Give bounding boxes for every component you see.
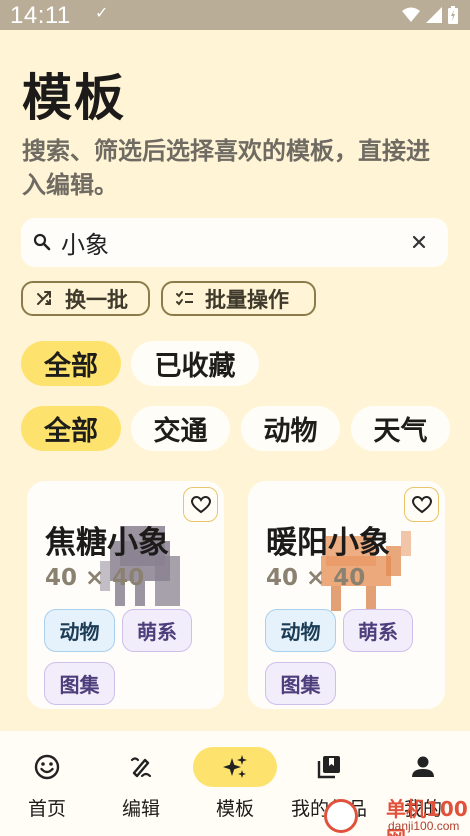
watermark: 单机100网 danji100.com [320,785,470,836]
card-size: 40 × 40 [45,565,145,591]
search-input[interactable] [61,224,401,260]
wifi-icon [402,7,420,22]
status-bar: 14:11 ✓ [0,0,470,30]
search-box[interactable] [21,218,448,267]
card-size: 40 × 40 [266,565,366,591]
category-animal-chip[interactable]: 动物 [241,406,340,451]
filter-favorites-label: 已收藏 [154,351,236,382]
signal-icon [426,7,442,23]
batch-operate-label: 批量操作 [205,287,289,312]
tag-label: 动物 [280,620,321,644]
tag-label: 动物 [59,620,100,644]
shuffle-label: 换一批 [65,287,128,312]
category-weather-label: 天气 [373,416,428,447]
favorite-button[interactable] [404,487,439,522]
card-title: 焦糖小象 [45,525,169,561]
smile-icon [34,754,60,780]
tag-collection: 图集 [265,662,336,705]
shuffle-button[interactable]: 换一批 [21,281,150,316]
page-title: 模板 [22,69,126,127]
category-animal-label: 动物 [263,416,318,447]
tag-animal: 动物 [265,609,336,652]
heart-icon [190,495,211,513]
category-traffic-chip[interactable]: 交通 [131,406,230,451]
tag-label: 图集 [59,673,100,697]
watermark-url: danji100.com [388,819,460,833]
nav-home-label: 首页 [27,798,66,820]
status-time: 14:11 [10,2,71,29]
nav-templates[interactable]: 模板 [188,731,282,836]
tag-cute: 萌系 [343,609,413,652]
watermark-logo-icon [324,799,358,833]
filter-favorites-chip[interactable]: 已收藏 [131,341,259,386]
clear-icon[interactable] [410,233,428,251]
tag-label: 萌系 [137,620,177,644]
search-icon [33,233,51,251]
brush-icon [130,757,152,778]
category-traffic-label: 交通 [153,416,208,447]
filter-all-label: 全部 [44,351,98,382]
filter-all-chip[interactable]: 全部 [21,341,121,386]
shuffle-icon [37,290,51,305]
sparkle-icon [223,755,247,778]
person-icon [412,756,434,777]
category-all-chip[interactable]: 全部 [21,406,121,451]
tag-label: 图集 [280,673,321,697]
tag-label: 萌系 [358,620,398,644]
nav-templates-label: 模板 [215,798,254,820]
tag-cute: 萌系 [122,609,192,652]
favorite-button[interactable] [183,487,218,522]
nav-edit[interactable]: 编辑 [94,731,188,836]
status-check-icon: ✓ [95,3,109,22]
batch-operate-button[interactable]: 批量操作 [161,281,316,316]
category-all-label: 全部 [44,416,98,447]
category-weather-chip[interactable]: 天气 [351,406,450,451]
card-title: 暖阳小象 [266,525,390,561]
page-description: 搜索、筛选后选择喜欢的模板，直接进入编辑。 [22,137,430,199]
checklist-icon [176,290,193,306]
nav-edit-label: 编辑 [121,798,160,820]
template-card[interactable]: 焦糖小象 40 × 40 动物 萌系 图集 [27,481,224,709]
tag-collection: 图集 [44,662,115,705]
library-icon [317,756,340,779]
heart-icon [411,495,432,513]
tag-animal: 动物 [44,609,115,652]
status-icons [402,6,458,24]
battery-icon [448,6,458,24]
template-card[interactable]: 暖阳小象 40 × 40 动物 萌系 图集 [248,481,445,709]
nav-home[interactable]: 首页 [0,731,94,836]
